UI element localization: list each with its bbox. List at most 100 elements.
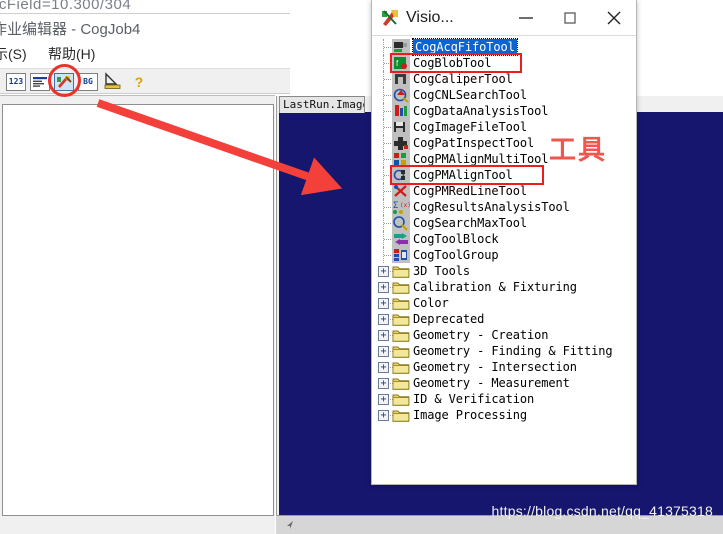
tree-item[interactable]: + Geometry - Measurement: [372, 375, 636, 391]
tree-item[interactable]: + Calibration & Fixturing: [372, 279, 636, 295]
expand-plus-icon[interactable]: +: [378, 266, 389, 277]
tool-icon: [392, 231, 410, 247]
tree-item[interactable]: CogCaliperTool: [372, 71, 636, 87]
scroll-left-arrow-icon[interactable]: [284, 518, 296, 530]
tree-connector-line: [384, 63, 391, 64]
tree-item[interactable]: + Geometry - Creation: [372, 327, 636, 343]
tree-connector-line: [384, 207, 391, 208]
tree-item-label: CogResultsAnalysisTool: [413, 200, 570, 214]
tree-connector-line: [384, 175, 391, 176]
tools-icon[interactable]: [54, 73, 74, 91]
tree-item[interactable]: CogPMRedLineTool: [372, 183, 636, 199]
tool-icon: [392, 39, 410, 55]
tree-item[interactable]: CogToolGroup: [372, 247, 636, 263]
editor-content-pane[interactable]: [2, 104, 274, 516]
menu-item-help[interactable]: 帮助(H): [48, 44, 95, 64]
tree-item[interactable]: CogCNLSearchTool: [372, 87, 636, 103]
chinese-annotation-tools: 工具: [549, 135, 607, 166]
tool-icon: [392, 87, 410, 103]
tree-item-label: Deprecated: [413, 312, 485, 326]
tree-item[interactable]: Σ (x) CogResultsAnalysisTool: [372, 199, 636, 215]
visio-tools-icon: [380, 8, 400, 28]
tree-item[interactable]: f CogBlobTool: [372, 55, 636, 71]
tree-item-label: CogCaliperTool: [413, 72, 513, 86]
ruler-calibration-icon[interactable]: [102, 72, 124, 92]
visio-window-body: CogAcqFifoTool f CogBlobTool CogCaliperTool…: [372, 36, 636, 484]
tree-item-label: CogToolGroup: [413, 248, 499, 262]
expand-plus-icon[interactable]: +: [378, 314, 389, 325]
folder-icon: [392, 263, 410, 279]
tree-item[interactable]: + Deprecated: [372, 311, 636, 327]
expand-plus-icon[interactable]: +: [378, 330, 389, 341]
tree-item[interactable]: CogPMAlignTool: [372, 167, 636, 183]
tree-item[interactable]: CogDataAnalysisTool: [372, 103, 636, 119]
tree-item[interactable]: CogSearchMaxTool: [372, 215, 636, 231]
tree-connector-line: [384, 127, 391, 128]
tree-item-label: CogSearchMaxTool: [413, 216, 527, 230]
expand-plus-icon[interactable]: +: [378, 394, 389, 405]
folder-icon: [392, 375, 410, 391]
expand-plus-icon[interactable]: +: [378, 410, 389, 421]
screenshot-root: ncField=10.300/304 作业编辑器 - CogJob4 示(S) …: [0, 0, 723, 534]
tree-item-label: Color: [413, 296, 449, 310]
tree-item-label: CogToolBlock: [413, 232, 499, 246]
tool-icon: [392, 247, 410, 263]
tree-item[interactable]: + Image Processing: [372, 407, 636, 423]
tree-item-label: Calibration & Fixturing: [413, 280, 577, 294]
tree-item-label: CogImageFileTool: [413, 120, 527, 134]
tool-icon: [392, 167, 410, 183]
help-question-icon[interactable]: ?: [128, 72, 150, 92]
tree-item[interactable]: + Geometry - Intersection: [372, 359, 636, 375]
tree-item-label: CogDataAnalysisTool: [413, 104, 549, 118]
folder-icon: [392, 327, 410, 343]
folder-icon: [392, 391, 410, 407]
tool-icon: [392, 215, 410, 231]
tree-item[interactable]: +3D Tools: [372, 263, 636, 279]
svg-text:Σ: Σ: [393, 201, 398, 211]
close-button[interactable]: [592, 0, 636, 35]
folder-icon: [392, 279, 410, 295]
tree-connector-line: [384, 239, 391, 240]
tool-icon: [392, 71, 410, 87]
folder-icon: [392, 407, 410, 423]
tree-item[interactable]: + Geometry - Finding & Fitting: [372, 343, 636, 359]
tool-icon: [392, 135, 410, 151]
expand-plus-icon[interactable]: +: [378, 378, 389, 389]
tool-icon: f: [392, 55, 410, 71]
image-panel-label: LastRun.Image: [279, 96, 365, 113]
tool-icon: [392, 103, 410, 119]
tool-icon: [392, 119, 410, 135]
folder-icon: [392, 343, 410, 359]
tool-tree: CogAcqFifoTool f CogBlobTool CogCaliperTool…: [372, 38, 636, 423]
list-view-icon[interactable]: [30, 73, 50, 91]
title-divider: [0, 13, 290, 14]
menu-item-display[interactable]: 示(S): [0, 44, 27, 64]
tree-item-label: Geometry - Finding & Fitting: [413, 344, 613, 358]
visio-title-bar[interactable]: Visio...: [372, 0, 636, 36]
visio-window-title: Visio...: [406, 8, 454, 26]
tree-item[interactable]: + Color: [372, 295, 636, 311]
tree-item-label: 3D Tools: [413, 264, 470, 278]
folder-icon: [392, 359, 410, 375]
tool-icon: [392, 183, 410, 199]
expand-plus-icon[interactable]: +: [378, 346, 389, 357]
minimize-button[interactable]: [504, 0, 548, 35]
tree-item[interactable]: CogToolBlock: [372, 231, 636, 247]
background-bg-icon[interactable]: BG: [78, 73, 98, 91]
watermark-url: https://blog.csdn.net/qq_41375318: [491, 503, 713, 519]
tree-connector-line: [384, 143, 391, 144]
expand-plus-icon[interactable]: +: [378, 298, 389, 309]
tree-connector-line: [384, 111, 391, 112]
tree-connector-line: [384, 47, 391, 48]
menu-bar: 示(S) 帮助(H): [0, 44, 290, 66]
expand-plus-icon[interactable]: +: [378, 362, 389, 373]
tree-connector-line: [384, 255, 391, 256]
tree-item-label: CogBlobTool: [413, 56, 492, 70]
tree-item-label: Image Processing: [413, 408, 527, 422]
expand-plus-icon[interactable]: +: [378, 282, 389, 293]
tree-item[interactable]: + ID & Verification: [372, 391, 636, 407]
tree-item[interactable]: CogAcqFifoTool: [372, 38, 636, 56]
tool-icon: [392, 151, 410, 167]
maximize-button[interactable]: [548, 0, 592, 35]
numbers-123-icon[interactable]: 123: [6, 73, 26, 91]
